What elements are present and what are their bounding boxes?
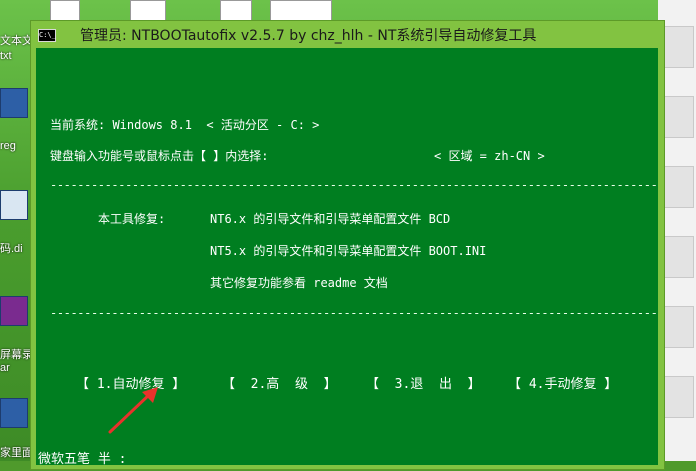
repair-label: 本工具修复:	[98, 212, 166, 226]
desktop-icon[interactable]	[662, 306, 694, 348]
desktop-icon[interactable]	[662, 236, 694, 278]
desktop-icon[interactable]	[220, 0, 252, 22]
registry-file-icon[interactable]	[0, 398, 28, 428]
separator-line: ----------------------------------------…	[50, 178, 656, 192]
desktop-icon-label: ar	[0, 362, 10, 374]
title-bar[interactable]: C:\_ 管理员: NTBOOTautofix v2.5.7 by chz_hl…	[31, 21, 664, 47]
registry-file-icon[interactable]	[0, 88, 28, 118]
desktop-icon[interactable]	[662, 26, 694, 68]
desktop-icon-label: 文本文	[0, 35, 33, 47]
text-file-icon[interactable]	[0, 190, 28, 220]
desktop-icon-label: txt	[0, 50, 12, 62]
desktop-icon[interactable]	[662, 96, 694, 138]
desktop-top-icons	[40, 0, 332, 22]
console-app-icon[interactable]: C:\_	[38, 29, 56, 42]
repair-item-nt6: NT6.x 的引导文件和引导菜单配置文件 BCD	[210, 212, 451, 226]
annotation-arrow-icon	[108, 387, 158, 434]
current-system-line: 当前系统: Windows 8.1 < 活动分区 - C: >	[50, 118, 320, 132]
repair-item-nt5: NT5.x 的引导文件和引导菜单配置文件 BOOT.INI	[210, 244, 487, 258]
manual-repair-button[interactable]: 【 4.手动修复 】	[508, 373, 617, 392]
repair-item-readme: 其它修复功能参看 readme 文档	[210, 276, 388, 290]
desktop-left-icons: 文本文 txt reg 码.di 屏幕录 ar 家里面	[0, 0, 33, 471]
desktop-icon[interactable]	[662, 166, 694, 208]
desktop-icon-label: 家里面	[0, 447, 33, 459]
desktop-icon-label: 屏幕录	[0, 349, 33, 361]
separator-line: ----------------------------------------…	[50, 306, 656, 320]
region-info: < 区域 = zh-CN >	[434, 149, 545, 163]
exit-button[interactable]: 【 3.退 出 】	[366, 373, 481, 392]
window-title: 管理员: NTBOOTautofix v2.5.7 by chz_hlh - N…	[80, 28, 537, 44]
desktop-icon[interactable]	[130, 0, 166, 22]
desktop-icon[interactable]	[50, 0, 80, 22]
console-output[interactable]: 当前系统: Windows 8.1 < 活动分区 - C: > 键盘输入功能号或…	[36, 48, 658, 465]
desktop-icon-label: reg	[0, 140, 16, 152]
ime-status-line: 微软五笔 半 :	[38, 452, 127, 465]
archive-file-icon[interactable]	[0, 296, 28, 326]
input-prompt-line: 键盘输入功能号或鼠标点击【 】内选择:	[50, 149, 269, 163]
desktop-icon-label: 码.di	[0, 243, 23, 255]
desktop-icon[interactable]	[270, 0, 332, 22]
desktop-icon[interactable]	[662, 376, 694, 418]
advanced-button[interactable]: 【 2.高 级 】	[222, 373, 337, 392]
console-window[interactable]: C:\_ 管理员: NTBOOTautofix v2.5.7 by chz_hl…	[30, 20, 665, 470]
